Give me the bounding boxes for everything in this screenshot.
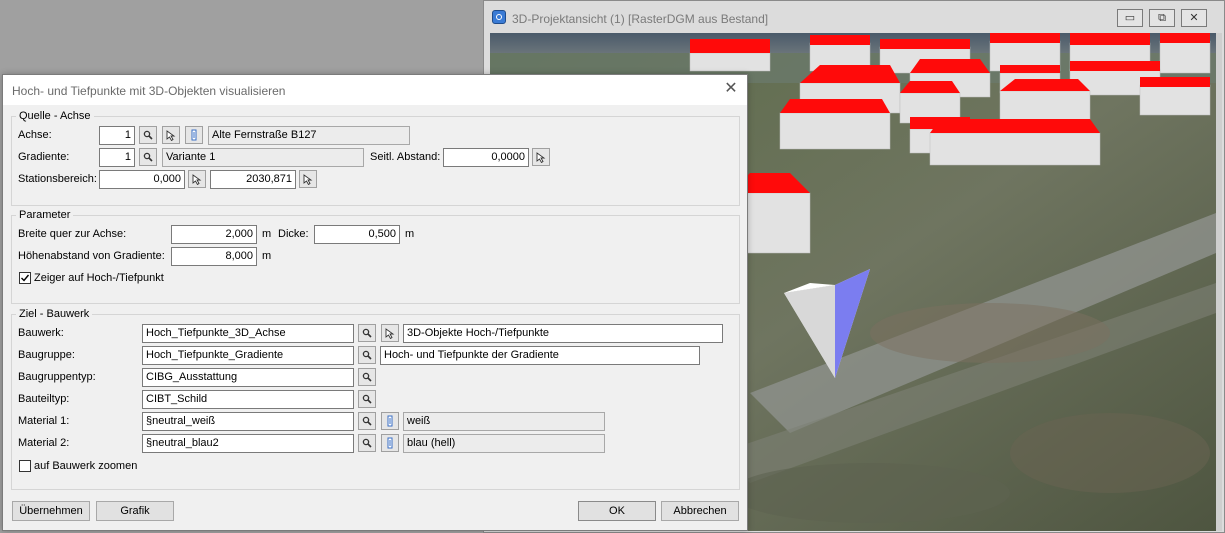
grafik-button[interactable]: Grafik <box>96 501 174 521</box>
search-icon <box>143 152 153 162</box>
info-bracket-icon <box>387 437 393 449</box>
dialog-titlebar[interactable]: Hoch- und Tiefpunkte mit 3D-Objekten vis… <box>3 75 747 105</box>
checkmark-icon <box>21 274 30 282</box>
ok-button[interactable]: OK <box>578 501 656 521</box>
hoehenabstand-input[interactable]: 8,000 <box>171 247 257 266</box>
close-button[interactable]: ✕ <box>1181 9 1207 27</box>
search-icon <box>362 372 372 382</box>
material1-label: Material 1: <box>18 415 70 427</box>
search-icon <box>362 394 372 404</box>
material1-info-button[interactable] <box>381 412 399 430</box>
station-from-pick-button[interactable] <box>188 170 206 188</box>
3d-view-titlebar[interactable]: 3D-Projektansicht (1) [RasterDGM aus Bes… <box>484 1 1224 33</box>
seitl-abstand-label: Seitl. Abstand: <box>370 151 441 163</box>
baugruppentyp-search-button[interactable] <box>358 368 376 386</box>
maximize-button[interactable]: ⧉ <box>1149 9 1175 27</box>
cursor-pick-icon <box>303 173 313 185</box>
bauwerk-label: Bauwerk: <box>18 327 64 339</box>
cursor-pick-icon <box>166 129 176 141</box>
achse-number-input[interactable]: 1 <box>99 126 135 145</box>
dialog-close-icon[interactable]: ✕ <box>723 81 739 97</box>
search-icon <box>362 438 372 448</box>
hoehenabstand-unit: m <box>262 250 272 262</box>
gradiente-search-button[interactable] <box>139 148 157 166</box>
breite-unit: m <box>262 228 272 240</box>
search-icon <box>362 328 372 338</box>
bauteiltyp-label: Bauteiltyp: <box>18 393 70 405</box>
station-to-pick-button[interactable] <box>299 170 317 188</box>
bauteiltyp-search-button[interactable] <box>358 390 376 408</box>
breite-input[interactable]: 2,000 <box>171 225 257 244</box>
gradiente-name-field: Variante 1 <box>162 148 364 167</box>
ziel-bauwerk-legend: Ziel - Bauwerk <box>16 308 93 320</box>
viewer-scrollbar[interactable] <box>1216 33 1222 531</box>
bauwerk-description-input[interactable]: 3D-Objekte Hoch-/Tiefpunkte <box>403 324 723 343</box>
cursor-pick-icon <box>536 151 546 163</box>
achse-name-field: Alte Fernstraße B127 <box>208 126 410 145</box>
uebernehmen-button[interactable]: Übernehmen <box>12 501 90 521</box>
achse-label: Achse: <box>18 129 52 141</box>
achse-info-button[interactable] <box>185 126 203 144</box>
search-icon <box>143 130 153 140</box>
cursor-pick-icon <box>385 327 395 339</box>
app-icon <box>492 10 506 24</box>
material2-description-field: blau (hell) <box>403 434 605 453</box>
zeiger-label[interactable]: Zeiger auf Hoch-/Tiefpunkt <box>34 272 164 284</box>
3d-view-title: 3D-Projektansicht (1) [RasterDGM aus Bes… <box>512 12 769 26</box>
visualize-dialog: Hoch- und Tiefpunkte mit 3D-Objekten vis… <box>2 74 748 531</box>
station-from-input[interactable]: 0,000 <box>99 170 185 189</box>
stationsbereich-label: Stationsbereich: <box>18 173 97 185</box>
info-bracket-icon <box>387 415 393 427</box>
gradiente-number-input[interactable]: 1 <box>99 148 135 167</box>
gradiente-label: Gradiente: <box>18 151 70 163</box>
baugruppe-description-input[interactable]: Hoch- und Tiefpunkte der Gradiente <box>380 346 700 365</box>
info-bracket-icon <box>191 129 197 141</box>
zoom-label[interactable]: auf Bauwerk zoomen <box>34 460 137 472</box>
breite-label: Breite quer zur Achse: <box>18 228 127 240</box>
baugruppentyp-input[interactable]: CIBG_Ausstattung <box>142 368 354 387</box>
dicke-input[interactable]: 0,500 <box>314 225 400 244</box>
material2-input[interactable]: §neutral_blau2 <box>142 434 354 453</box>
baugruppe-label: Baugruppe: <box>18 349 75 361</box>
seitl-abstand-input[interactable]: 0,0000 <box>443 148 529 167</box>
seitl-abstand-pick-button[interactable] <box>532 148 550 166</box>
baugruppentyp-label: Baugruppentyp: <box>18 371 96 383</box>
material2-info-button[interactable] <box>381 434 399 452</box>
achse-pick-button[interactable] <box>162 126 180 144</box>
material1-search-button[interactable] <box>358 412 376 430</box>
parameter-legend: Parameter <box>16 209 74 221</box>
cursor-pick-icon <box>192 173 202 185</box>
zeiger-checkbox[interactable] <box>19 272 31 284</box>
dicke-unit: m <box>405 228 415 240</box>
search-icon <box>362 416 372 426</box>
search-icon <box>362 350 372 360</box>
baugruppe-input[interactable]: Hoch_Tiefpunkte_Gradiente <box>142 346 354 365</box>
material2-label: Material 2: <box>18 437 70 449</box>
hoehenabstand-label: Höhenabstand von Gradiente: <box>18 250 165 262</box>
baugruppe-search-button[interactable] <box>358 346 376 364</box>
station-to-input[interactable]: 2030,871 <box>210 170 296 189</box>
bauwerk-pick-button[interactable] <box>381 324 399 342</box>
abbrechen-button[interactable]: Abbrechen <box>661 501 739 521</box>
bauwerk-input[interactable]: Hoch_Tiefpunkte_3D_Achse <box>142 324 354 343</box>
dialog-title: Hoch- und Tiefpunkte mit 3D-Objekten vis… <box>12 84 286 98</box>
material2-search-button[interactable] <box>358 434 376 452</box>
material1-description-field: weiß <box>403 412 605 431</box>
material1-input[interactable]: §neutral_weiß <box>142 412 354 431</box>
achse-search-button[interactable] <box>139 126 157 144</box>
dicke-label: Dicke: <box>278 228 309 240</box>
quelle-achse-legend: Quelle - Achse <box>16 110 94 122</box>
minimize-button[interactable]: ▭ <box>1117 9 1143 27</box>
bauwerk-search-button[interactable] <box>358 324 376 342</box>
bauteiltyp-input[interactable]: CIBT_Schild <box>142 390 354 409</box>
zoom-checkbox[interactable] <box>19 460 31 472</box>
